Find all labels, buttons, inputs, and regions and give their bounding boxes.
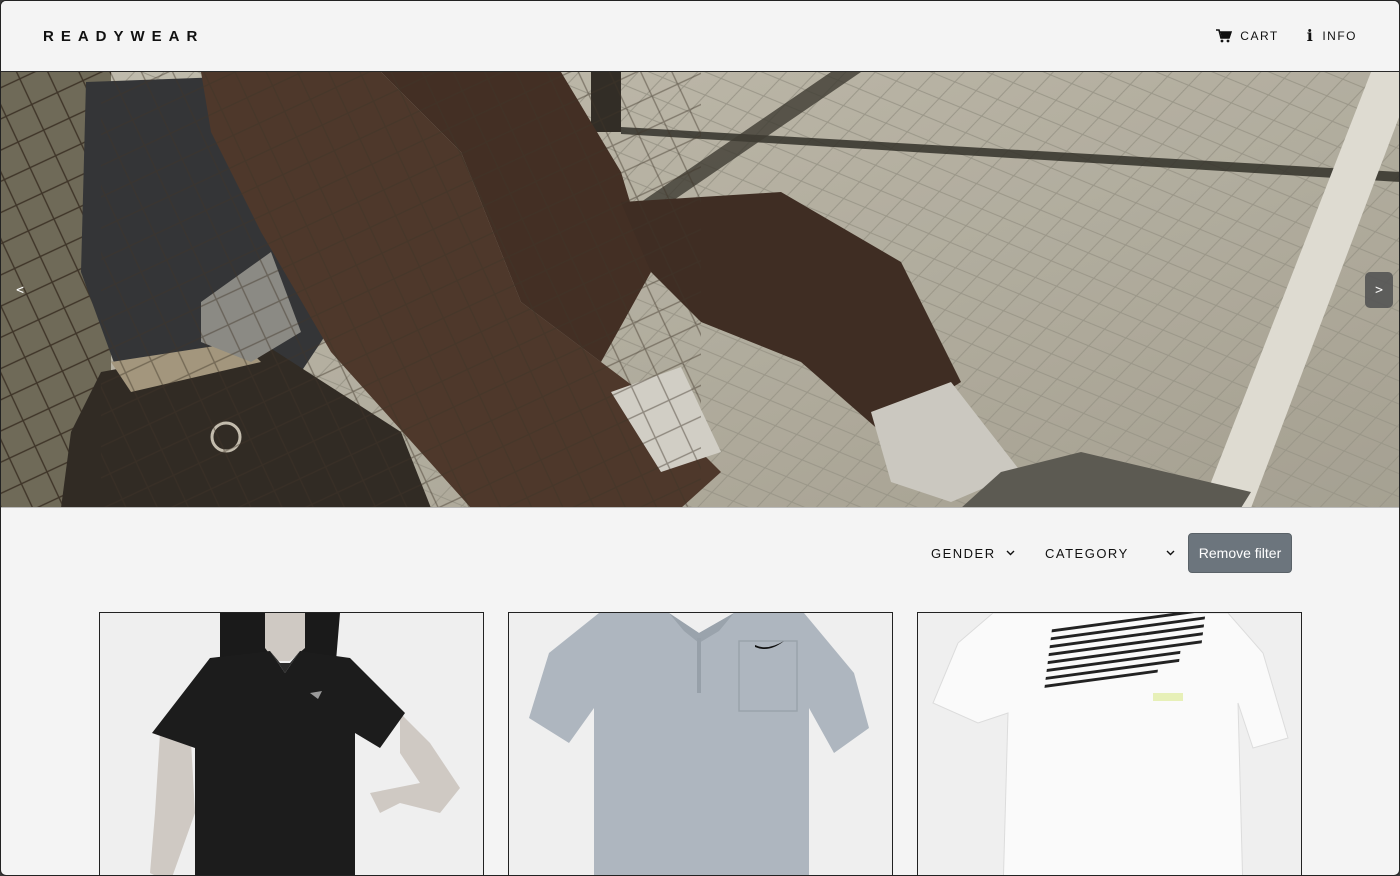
info-label: INFO	[1322, 29, 1357, 43]
filter-bar: GENDER CATEGORY Remove filter	[1, 533, 1399, 573]
site-header: READYWEAR CART i INFO	[1, 1, 1399, 72]
chevron-down-icon	[1166, 548, 1175, 559]
gender-filter-dropdown[interactable]: GENDER	[931, 533, 1021, 573]
carousel-next-button[interactable]: >	[1365, 272, 1393, 308]
info-icon: i	[1306, 26, 1315, 45]
category-filter-dropdown[interactable]: CATEGORY	[1045, 533, 1175, 573]
cart-icon	[1216, 29, 1233, 43]
cart-label: CART	[1240, 29, 1279, 43]
product-image-blue-polo	[509, 613, 892, 875]
gender-filter-label: GENDER	[931, 545, 996, 561]
chevron-down-icon	[1006, 548, 1015, 559]
hero-image	[1, 72, 1399, 507]
product-image-white-tee	[918, 613, 1301, 875]
remove-filter-button[interactable]: Remove filter	[1188, 533, 1292, 573]
category-filter-label: CATEGORY	[1045, 545, 1129, 561]
product-card[interactable]	[508, 612, 893, 875]
product-card[interactable]	[917, 612, 1302, 875]
header-nav: CART i INFO	[1216, 26, 1357, 45]
browser-window: READYWEAR CART i INFO < > GENDER CATEGOR…	[0, 0, 1400, 876]
product-image-black-polo	[100, 613, 483, 875]
cart-link[interactable]: CART	[1216, 29, 1278, 43]
product-card[interactable]	[99, 612, 484, 875]
hero-carousel: < >	[1, 72, 1399, 508]
site-logo[interactable]: READYWEAR	[43, 28, 204, 45]
info-link[interactable]: i INFO	[1306, 26, 1357, 45]
carousel-prev-button[interactable]: <	[6, 272, 34, 308]
